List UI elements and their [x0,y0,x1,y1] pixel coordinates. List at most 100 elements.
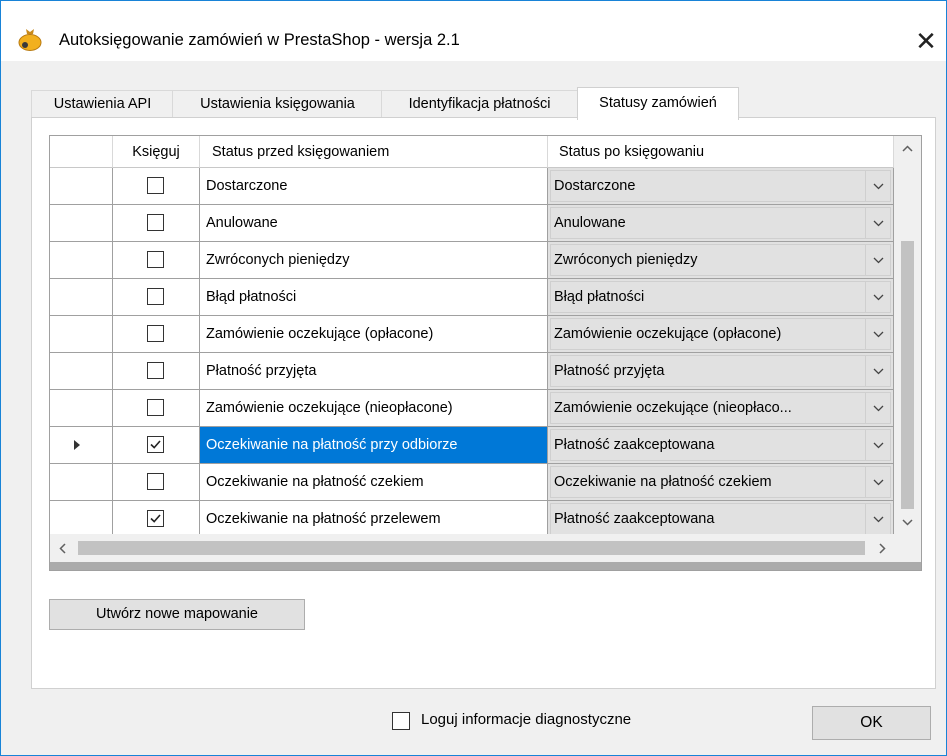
row-header[interactable] [50,501,113,538]
post-checkbox[interactable] [147,214,164,231]
row-header[interactable] [50,205,113,242]
chevron-down-icon[interactable] [865,356,890,386]
status-after-dropdown[interactable]: Oczekiwanie na płatność czekiem [550,466,891,498]
status-after-dropdown[interactable]: Zamówienie oczekujące (nieopłaco... [550,392,891,424]
chevron-down-icon[interactable] [865,430,890,460]
chevron-down-icon[interactable] [865,393,890,423]
column-header-status-after[interactable]: Status po księgowaniu [548,136,894,168]
status-after-dropdown[interactable]: Zwróconych pieniędzy [550,244,891,276]
table-row[interactable]: Oczekiwanie na płatność przelewem Płatnoś… [50,501,894,538]
status-after-dropdown[interactable]: Płatność przyjęta [550,355,891,387]
create-mapping-button[interactable]: Utwórz nowe mapowanie [49,599,305,630]
chevron-down-icon[interactable] [865,245,890,275]
scroll-left-icon[interactable] [50,534,74,562]
status-after-dropdown[interactable]: Anulowane [550,207,891,239]
table-row[interactable]: Dostarczone Dostarczone [50,168,894,205]
status-after-dropdown[interactable]: Błąd płatności [550,281,891,313]
table-row[interactable]: Zwróconych pieniędzy Zwróconych pieniędzy [50,242,894,279]
vertical-scroll-thumb[interactable] [901,241,914,509]
status-after-dropdown[interactable]: Dostarczone [550,170,891,202]
chevron-down-icon[interactable] [865,467,890,497]
table-row[interactable]: Zamówienie oczekujące (opłacone) Zamówien… [50,316,894,353]
status-before-cell[interactable]: Zwróconych pieniędzy [200,242,548,279]
scroll-up-icon[interactable] [894,136,921,160]
post-cell[interactable] [113,242,200,279]
post-checkbox[interactable] [147,436,164,453]
scroll-down-icon[interactable] [894,510,921,534]
status-before-cell[interactable]: Dostarczone [200,168,548,205]
row-header[interactable] [50,390,113,427]
post-cell[interactable] [113,464,200,501]
chevron-down-icon[interactable] [865,171,890,201]
row-header[interactable] [50,279,113,316]
status-after-dropdown[interactable]: Płatność zaakceptowana [550,429,891,461]
status-after-cell[interactable]: Oczekiwanie na płatność czekiem [548,464,894,501]
log-diagnostics-checkbox[interactable] [392,712,410,730]
table-row[interactable]: Błąd płatności Błąd płatności [50,279,894,316]
status-after-cell[interactable]: Zwróconych pieniędzy [548,242,894,279]
status-after-dropdown[interactable]: Zamówienie oczekujące (opłacone) [550,318,891,350]
tab-order-statuses[interactable]: Statusy zamówień [577,87,739,120]
row-header[interactable] [50,168,113,205]
table-row[interactable]: Anulowane Anulowane [50,205,894,242]
status-after-cell[interactable]: Płatność zaakceptowana [548,501,894,538]
status-after-cell[interactable]: Płatność zaakceptowana [548,427,894,464]
post-checkbox[interactable] [147,177,164,194]
status-after-dropdown[interactable]: Płatność zaakceptowana [550,503,891,535]
tab-api-settings[interactable]: Ustawienia API [31,90,174,118]
post-checkbox[interactable] [147,362,164,379]
post-cell[interactable] [113,390,200,427]
status-before-cell[interactable]: Oczekiwanie na płatność przelewem [200,501,548,538]
close-button[interactable]: ✕ [906,21,946,61]
post-checkbox[interactable] [147,510,164,527]
status-after-cell[interactable]: Zamówienie oczekujące (opłacone) [548,316,894,353]
row-header[interactable] [50,427,113,464]
status-before-cell[interactable]: Oczekiwanie na płatność czekiem [200,464,548,501]
post-checkbox[interactable] [147,288,164,305]
post-cell[interactable] [113,168,200,205]
post-cell[interactable] [113,205,200,242]
table-row[interactable]: Zamówienie oczekujące (nieopłacone) Zamów… [50,390,894,427]
status-before-cell[interactable]: Zamówienie oczekujące (opłacone) [200,316,548,353]
status-after-cell[interactable]: Dostarczone [548,168,894,205]
column-header-status-before[interactable]: Status przed księgowaniem [200,136,548,168]
chevron-down-icon[interactable] [865,282,890,312]
row-header[interactable] [50,316,113,353]
status-after-cell[interactable]: Płatność przyjęta [548,353,894,390]
vertical-scrollbar[interactable] [894,136,921,534]
tab-payment-identification[interactable]: Identyfikacja płatności [381,90,578,118]
status-after-cell[interactable]: Błąd płatności [548,279,894,316]
table-row[interactable]: Oczekiwanie na płatność czekiem Oczekiwan… [50,464,894,501]
table-row[interactable]: Płatność przyjęta Płatność przyjęta [50,353,894,390]
post-checkbox[interactable] [147,251,164,268]
status-before-cell[interactable]: Płatność przyjęta [200,353,548,390]
chevron-down-icon[interactable] [865,504,890,534]
chevron-down-icon[interactable] [865,319,890,349]
post-cell[interactable] [113,501,200,538]
row-header[interactable] [50,464,113,501]
post-checkbox[interactable] [147,473,164,490]
status-before-cell[interactable]: Oczekiwanie na płatność przy odbiorze [200,427,548,464]
status-mapping-grid: Księguj Status przed księgowaniem Status… [49,135,922,571]
ok-button[interactable]: OK [812,706,931,740]
post-checkbox[interactable] [147,399,164,416]
status-after-cell[interactable]: Zamówienie oczekujące (nieopłaco... [548,390,894,427]
post-cell[interactable] [113,316,200,353]
post-cell[interactable] [113,427,200,464]
status-before-cell[interactable]: Zamówienie oczekujące (nieopłacone) [200,390,548,427]
status-before-cell[interactable]: Błąd płatności [200,279,548,316]
row-header[interactable] [50,353,113,390]
post-cell[interactable] [113,279,200,316]
tab-posting-settings[interactable]: Ustawienia księgowania [172,90,383,118]
table-row[interactable]: Oczekiwanie na płatność przy odbiorze Pła… [50,427,894,464]
post-checkbox[interactable] [147,325,164,342]
scroll-right-icon[interactable] [870,534,894,562]
horizontal-scrollbar[interactable] [50,534,894,562]
row-header[interactable] [50,242,113,279]
status-after-cell[interactable]: Anulowane [548,205,894,242]
status-before-cell[interactable]: Anulowane [200,205,548,242]
column-header-post[interactable]: Księguj [113,136,200,168]
horizontal-scroll-thumb[interactable] [78,541,865,555]
post-cell[interactable] [113,353,200,390]
chevron-down-icon[interactable] [865,208,890,238]
